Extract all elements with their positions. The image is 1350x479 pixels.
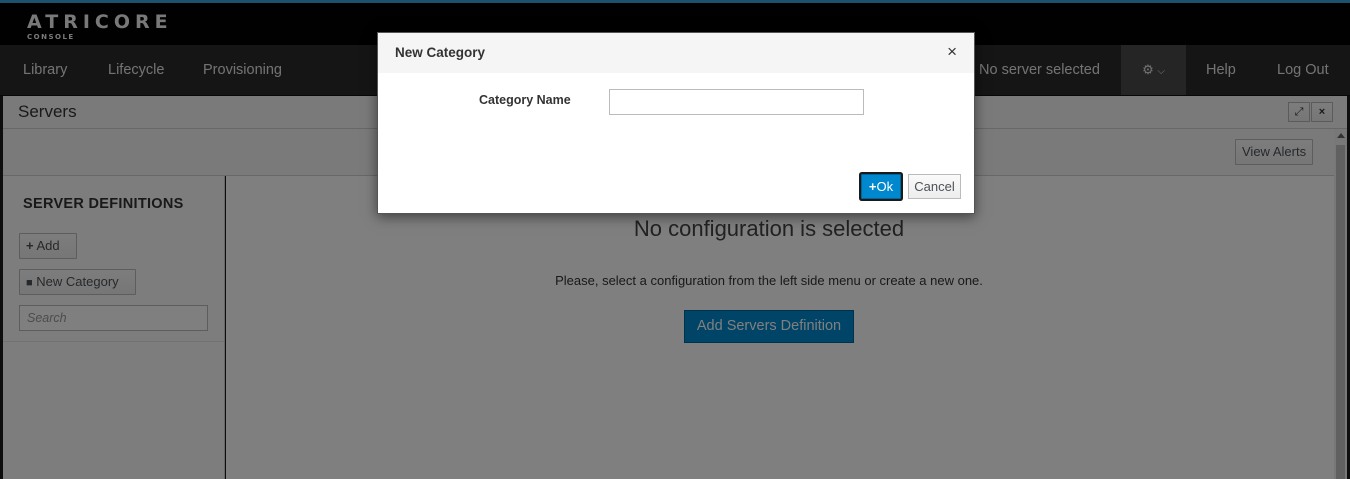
dialog-close-button[interactable]: × <box>947 43 957 61</box>
category-name-label: Category Name <box>479 93 571 107</box>
ok-button-label: Ok <box>876 179 894 194</box>
cancel-button[interactable]: Cancel <box>908 174 961 199</box>
dialog-header: New Category × <box>378 33 974 73</box>
close-icon: × <box>947 42 957 61</box>
category-name-input[interactable] <box>609 89 864 115</box>
new-category-dialog: New Category × Category Name +Ok Cancel <box>377 32 975 214</box>
ok-button[interactable]: +Ok <box>861 174 901 199</box>
dialog-title: New Category <box>395 45 486 60</box>
